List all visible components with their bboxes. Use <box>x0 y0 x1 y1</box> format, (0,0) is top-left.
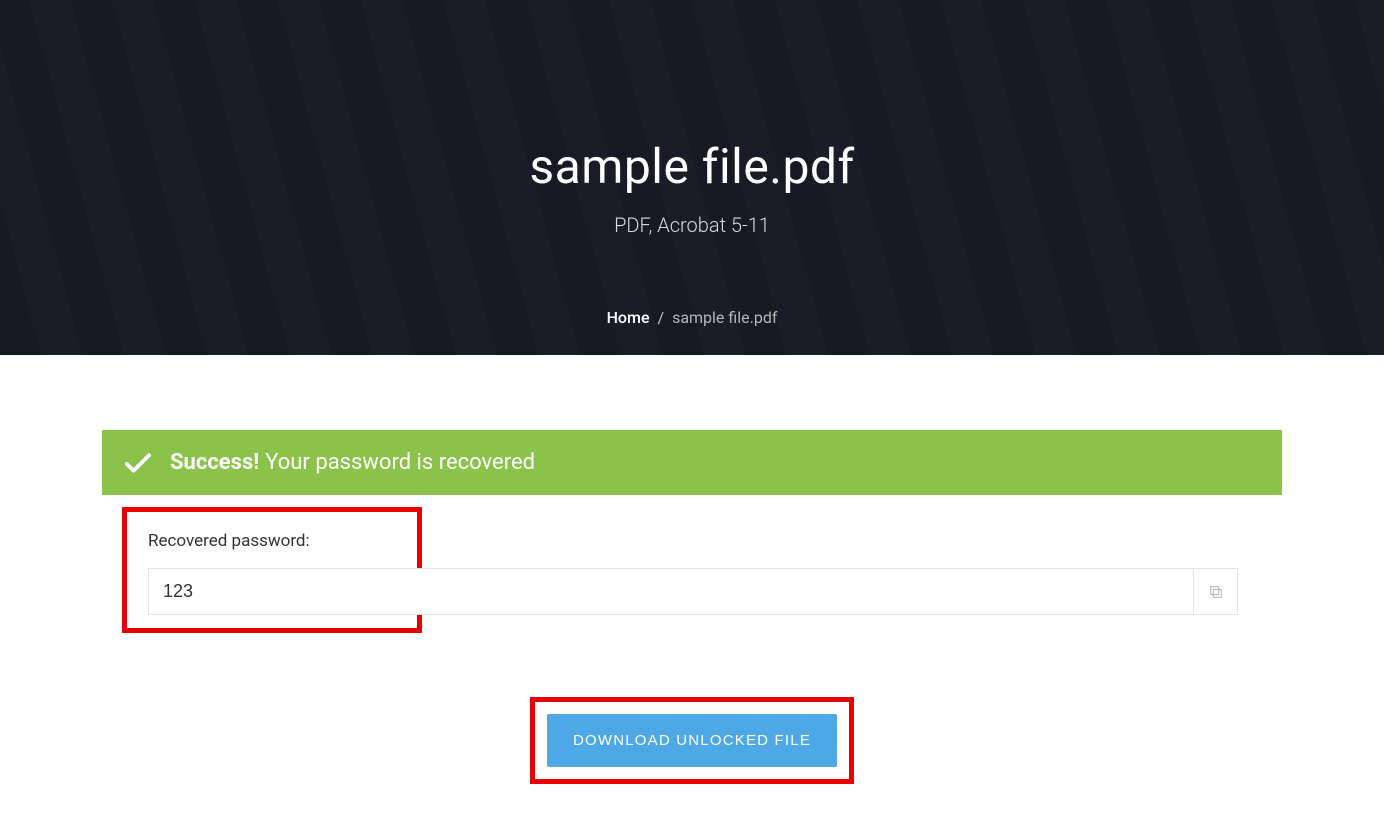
password-label: Recovered password: <box>148 531 310 551</box>
highlight-download-box: DOWNLOAD UNLOCKED FILE <box>530 697 854 784</box>
copy-password-button[interactable] <box>1193 569 1237 614</box>
success-banner: Success! Your password is recovered <box>102 430 1282 495</box>
recovered-password-input[interactable] <box>148 568 1238 615</box>
breadcrumb: Home / sample file.pdf <box>607 308 778 327</box>
copy-icon <box>1208 584 1224 600</box>
download-unlocked-file-button[interactable]: DOWNLOAD UNLOCKED FILE <box>547 714 837 767</box>
password-input-wrap <box>148 568 1238 615</box>
file-type-subtitle: PDF, Acrobat 5-11 <box>614 213 770 237</box>
breadcrumb-current: sample file.pdf <box>672 308 777 327</box>
breadcrumb-home-link[interactable]: Home <box>607 308 650 327</box>
success-strong-text: Success! <box>170 450 259 475</box>
password-field-group: Recovered password: <box>122 507 1262 637</box>
check-icon <box>124 452 152 474</box>
success-message: Your password is recovered <box>265 450 535 475</box>
page-title: sample file.pdf <box>529 138 854 195</box>
result-panel: Recovered password: DOWNLOAD UNLOCKED FI… <box>102 495 1282 824</box>
breadcrumb-separator: / <box>657 308 664 327</box>
hero-header: sample file.pdf PDF, Acrobat 5-11 Home /… <box>0 0 1384 355</box>
main-panel: Success! Your password is recovered Reco… <box>102 430 1282 824</box>
download-section: DOWNLOAD UNLOCKED FILE <box>122 697 1262 784</box>
